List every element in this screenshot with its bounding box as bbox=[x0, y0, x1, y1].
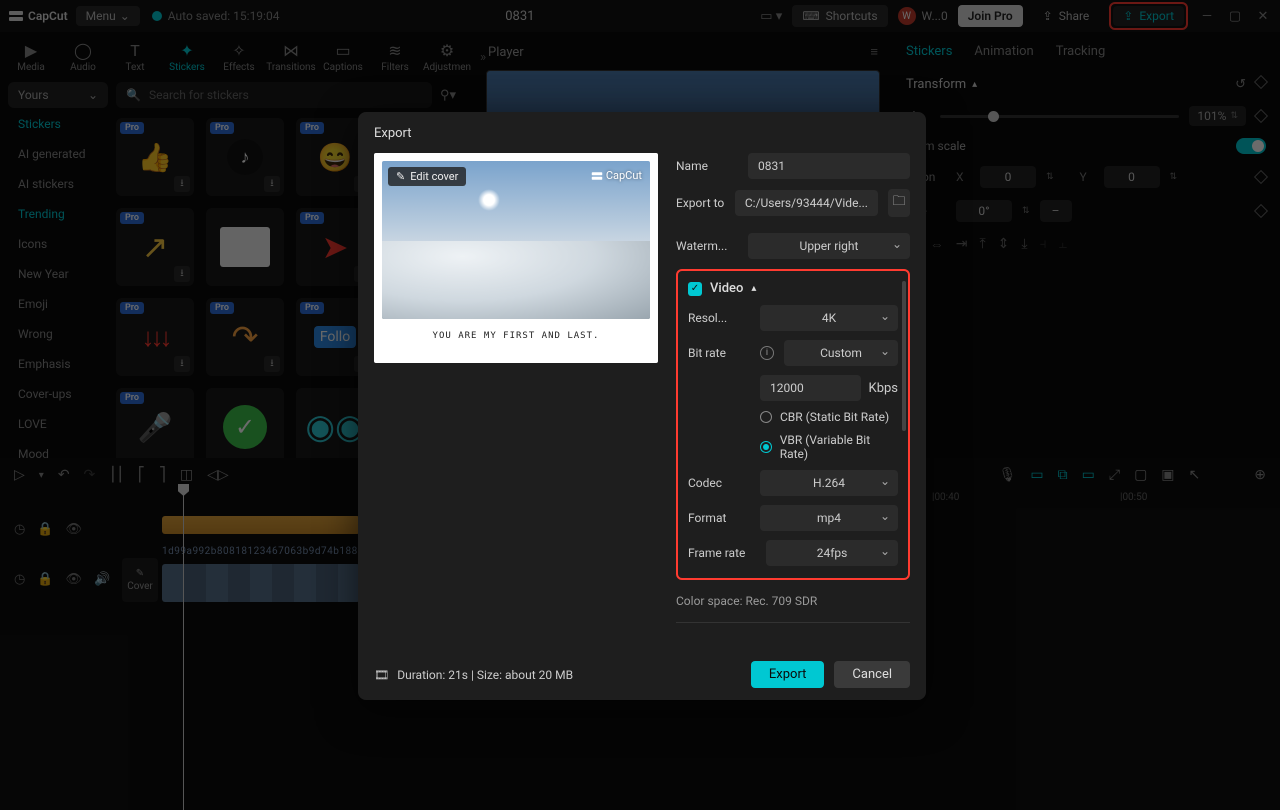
framerate-select[interactable]: 24fps bbox=[766, 540, 898, 566]
export-to-label: Export to bbox=[676, 196, 725, 210]
export-modal: Export ✎Edit cover CapCut YOU ARE MY FIR… bbox=[358, 112, 926, 700]
bitrate-select[interactable]: Custom bbox=[784, 340, 898, 366]
video-section-toggle[interactable]: ✓ Video ▴ bbox=[688, 281, 898, 296]
film-icon: 🎞 bbox=[374, 668, 389, 682]
bitrate-unit: Kbps bbox=[869, 381, 898, 396]
cover-preview: ✎Edit cover CapCut YOU ARE MY FIRST AND … bbox=[374, 153, 658, 363]
duration-info: 🎞 Duration: 21s | Size: about 20 MB bbox=[374, 668, 741, 682]
vbr-radio[interactable]: VBR (Variable Bit Rate) bbox=[760, 433, 898, 461]
chevron-up-icon: ▴ bbox=[751, 283, 756, 294]
folder-icon: 🗀 bbox=[892, 192, 905, 214]
export-confirm-button[interactable]: Export bbox=[751, 661, 825, 688]
bitrate-label: Bit rate bbox=[688, 346, 750, 360]
pencil-icon: ✎ bbox=[396, 170, 405, 183]
browse-folder-button[interactable]: 🗀 bbox=[888, 189, 910, 217]
resolution-select[interactable]: 4K bbox=[760, 305, 898, 331]
video-checkbox[interactable]: ✓ bbox=[688, 282, 702, 296]
info-icon[interactable]: i bbox=[760, 346, 774, 360]
export-to-input[interactable]: C:/Users/93444/Vide... bbox=[735, 190, 878, 216]
codec-select[interactable]: H.264 bbox=[760, 470, 898, 496]
framerate-label: Frame rate bbox=[688, 546, 756, 560]
scrollbar[interactable] bbox=[902, 281, 906, 431]
clouds-graphic bbox=[382, 241, 650, 319]
bitrate-number-input[interactable]: 12000 bbox=[760, 375, 861, 401]
edit-cover-button[interactable]: ✎Edit cover bbox=[388, 167, 466, 186]
watermark-label: Waterm... bbox=[676, 239, 738, 253]
codec-label: Codec bbox=[688, 476, 750, 490]
sun-graphic bbox=[478, 189, 500, 211]
cancel-button[interactable]: Cancel bbox=[834, 661, 910, 688]
modal-title: Export bbox=[374, 126, 910, 141]
watermark-select[interactable]: Upper right bbox=[748, 233, 910, 259]
cbr-radio[interactable]: CBR (Static Bit Rate) bbox=[760, 410, 898, 424]
colorspace-text: Color space: Rec. 709 SDR bbox=[676, 594, 910, 608]
capcut-watermark: CapCut bbox=[591, 169, 642, 182]
name-label: Name bbox=[676, 159, 738, 173]
format-label: Format bbox=[688, 511, 750, 525]
resolution-label: Resol... bbox=[688, 311, 750, 325]
cover-caption: YOU ARE MY FIRST AND LAST. bbox=[382, 331, 650, 341]
format-select[interactable]: mp4 bbox=[760, 505, 898, 531]
video-settings-block: ✓ Video ▴ Resol... 4K Bit rate i Custom … bbox=[676, 269, 910, 580]
name-input[interactable]: 0831 bbox=[748, 153, 910, 179]
divider bbox=[676, 622, 910, 623]
